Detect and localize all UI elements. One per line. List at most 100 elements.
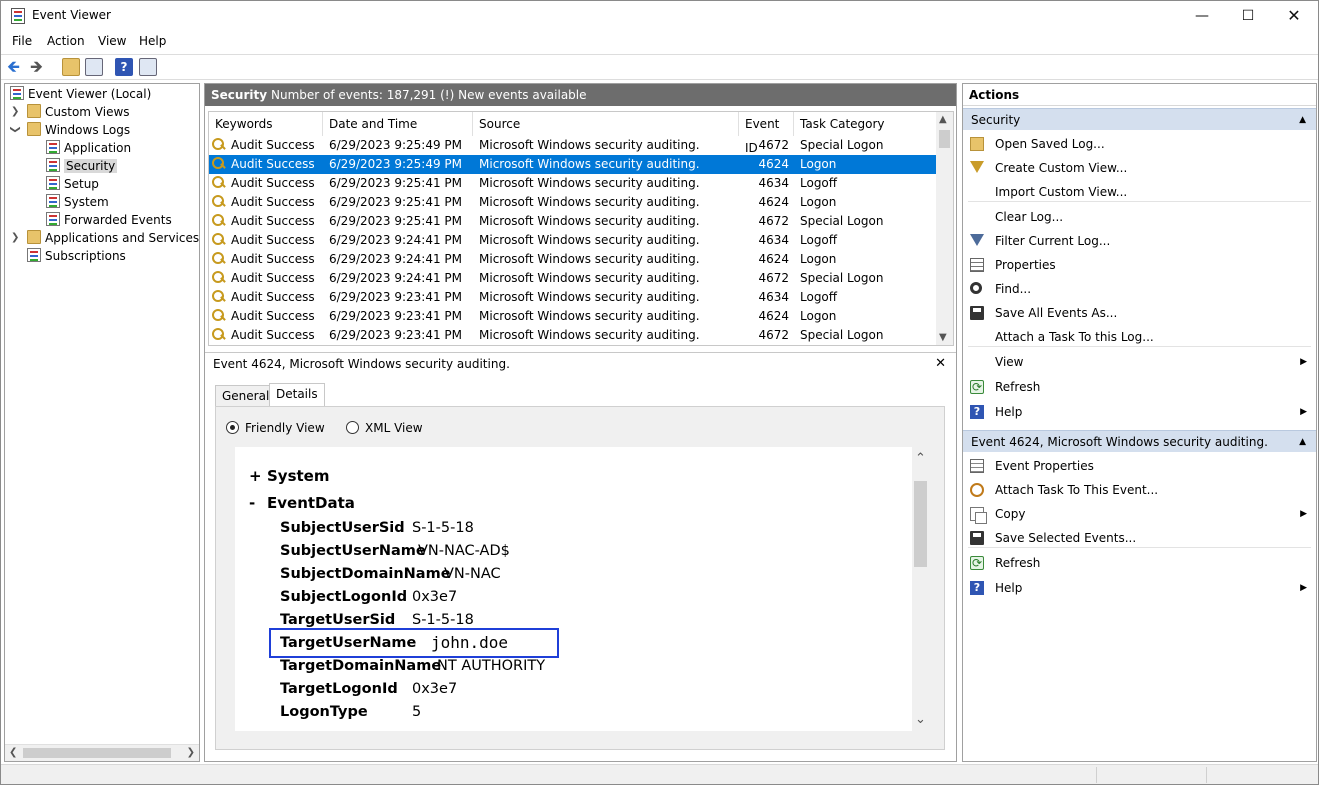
tree-node-windows-logs[interactable]: Windows Logs (27, 121, 130, 139)
tree-node-apps-services[interactable]: Applications and Services Lo (27, 229, 199, 247)
refresh-icon (970, 375, 984, 399)
action-item[interactable]: Attach Task To This Event... (963, 478, 1316, 502)
help-icon[interactable]: ? (115, 58, 133, 76)
action-item[interactable]: Save All Events As... (963, 301, 1316, 325)
expand-chevron-icon[interactable]: ❯ (11, 106, 19, 117)
table-row[interactable]: Audit Success 6/29/2023 9:24:41 PM Microso… (209, 231, 938, 250)
column-header-source[interactable]: Source (473, 112, 739, 136)
system-section-label[interactable]: System (267, 467, 329, 485)
action-item[interactable]: Find... (963, 277, 1316, 301)
column-header-task-category[interactable]: Task Category (794, 112, 938, 136)
cell-keywords: Audit Success (231, 271, 315, 285)
close-detail-icon[interactable]: ✕ (935, 353, 946, 375)
back-arrow-icon[interactable]: 🡸 (7, 58, 25, 76)
cell-source: Microsoft Windows security auditing. (479, 195, 700, 209)
table-row[interactable]: Audit Success 6/29/2023 9:23:41 PM Microso… (209, 288, 938, 307)
up-folder-icon[interactable] (62, 58, 80, 76)
scroll-up-icon[interactable]: ▲ (939, 114, 947, 125)
action-item[interactable]: Event Properties (963, 454, 1316, 478)
details-vertical-scrollbar[interactable]: ⌃ ⌄ (912, 447, 929, 731)
field-value[interactable]: S-1-5-18 (412, 520, 474, 536)
collapse-caret-icon[interactable]: ▲ (1299, 431, 1306, 453)
menu-action[interactable]: Action (47, 34, 85, 48)
field-value[interactable]: NT AUTHORITY (437, 658, 545, 674)
xml-view-radio[interactable]: XML View (346, 421, 423, 435)
field-value[interactable]: 0x3e7 (412, 681, 457, 697)
scroll-down-icon[interactable]: ▼ (939, 332, 947, 343)
table-row[interactable]: Audit Success 6/29/2023 9:25:41 PM Microso… (209, 193, 938, 212)
action-item[interactable]: Open Saved Log... (963, 132, 1316, 156)
action-item[interactable]: Clear Log... (963, 205, 1316, 229)
show-action-pane-icon[interactable] (139, 58, 157, 76)
scroll-thumb[interactable] (23, 748, 171, 758)
action-item[interactable]: Properties (963, 253, 1316, 277)
field-value[interactable]: VN-NAC (444, 566, 501, 582)
expand-chevron-icon[interactable]: ❯ (11, 232, 19, 243)
refresh-icon (970, 551, 984, 575)
table-row[interactable]: Audit Success 6/29/2023 9:24:41 PM Microso… (209, 269, 938, 288)
table-row[interactable]: Audit Success 6/29/2023 9:25:41 PM Microso… (209, 212, 938, 231)
collapse-caret-icon[interactable]: ▲ (1299, 109, 1306, 131)
table-row[interactable]: Audit Success 6/29/2023 9:23:41 PM Microso… (209, 326, 938, 345)
grid-vertical-scrollbar[interactable]: ▲ ▼ (936, 112, 953, 345)
menu-view[interactable]: View (98, 34, 126, 48)
actions-section-event[interactable]: Event 4624, Microsoft Windows security a… (963, 430, 1316, 452)
action-item[interactable]: ? Help ▶ (963, 576, 1316, 600)
action-item[interactable]: Refresh (963, 551, 1316, 575)
scroll-up-icon[interactable]: ⌃ (915, 451, 926, 466)
collapse-chevron-icon[interactable]: ❯ (10, 125, 21, 133)
tree-node-subscriptions[interactable]: Subscriptions (27, 247, 126, 265)
eventdata-section-label[interactable]: EventData (267, 494, 355, 512)
minimize-button[interactable]: — (1179, 1, 1225, 31)
field-value[interactable]: 5 (412, 704, 421, 720)
collapse-eventdata-toggle[interactable]: - (249, 494, 255, 512)
show-hide-tree-icon[interactable] (85, 58, 103, 76)
action-item[interactable]: Attach a Task To this Log... (963, 325, 1316, 349)
table-row[interactable]: Audit Success 6/29/2023 9:25:49 PM Microso… (209, 155, 938, 174)
table-row[interactable]: Audit Success 6/29/2023 9:25:41 PM Microso… (209, 174, 938, 193)
field-key: TargetDomainName (280, 658, 442, 674)
forward-arrow-icon[interactable]: 🡺 (30, 58, 48, 76)
column-header-date[interactable]: Date and Time (323, 112, 473, 136)
maximize-button[interactable]: ☐ (1225, 1, 1271, 31)
scroll-right-icon[interactable]: ❯ (187, 747, 195, 758)
tree-horizontal-scrollbar[interactable]: ❮ ❯ (5, 744, 199, 761)
action-item[interactable]: Copy ▶ (963, 502, 1316, 526)
tree-node-root[interactable]: Event Viewer (Local) (10, 85, 151, 103)
field-value[interactable]: VN-NAC-AD$ (418, 543, 510, 559)
scroll-thumb[interactable] (939, 130, 950, 148)
action-item[interactable]: Import Custom View... (963, 180, 1316, 204)
action-item[interactable]: View ▶ (963, 350, 1316, 374)
tab-details[interactable]: Details (269, 383, 325, 407)
action-item[interactable]: ? Help ▶ (963, 400, 1316, 424)
field-value[interactable]: 0x3e7 (412, 589, 457, 605)
tree-node-setup[interactable]: Setup (46, 175, 99, 193)
tab-general[interactable]: General (215, 385, 277, 407)
action-item[interactable]: Create Custom View... (963, 156, 1316, 180)
tree-node-security[interactable]: Security (46, 157, 118, 175)
menu-file[interactable]: File (12, 34, 32, 48)
table-row[interactable]: Audit Success 6/29/2023 9:23:41 PM Microso… (209, 307, 938, 326)
field-value[interactable]: S-1-5-18 (412, 612, 474, 628)
cell-category: Logoff (800, 233, 838, 247)
tree-node-custom-views[interactable]: Custom Views (27, 103, 130, 121)
table-row[interactable]: Audit Success 6/29/2023 9:24:41 PM Microso… (209, 250, 938, 269)
action-item[interactable]: Filter Current Log... (963, 229, 1316, 253)
scroll-left-icon[interactable]: ❮ (9, 747, 17, 758)
expand-system-toggle[interactable]: + (249, 467, 262, 485)
column-header-keywords[interactable]: Keywords (209, 112, 323, 136)
close-button[interactable]: ✕ (1271, 1, 1317, 31)
column-header-event-id[interactable]: Event ID (739, 112, 794, 155)
actions-section-security[interactable]: Security ▲ (963, 108, 1316, 130)
events-grid: Keywords Date and Time Source Event ID T… (208, 111, 954, 346)
scroll-thumb[interactable] (914, 481, 927, 567)
menu-help[interactable]: Help (139, 34, 166, 48)
action-item[interactable]: Refresh (963, 375, 1316, 399)
tree-node-forwarded-events[interactable]: Forwarded Events (46, 211, 172, 229)
tree-node-application[interactable]: Application (46, 139, 131, 157)
table-row[interactable]: Audit Success 6/29/2023 9:25:49 PM Microso… (209, 136, 938, 155)
action-item[interactable]: Save Selected Events... (963, 526, 1316, 550)
scroll-down-icon[interactable]: ⌄ (915, 712, 926, 727)
tree-node-system[interactable]: System (46, 193, 109, 211)
friendly-view-radio[interactable]: Friendly View (226, 421, 325, 435)
